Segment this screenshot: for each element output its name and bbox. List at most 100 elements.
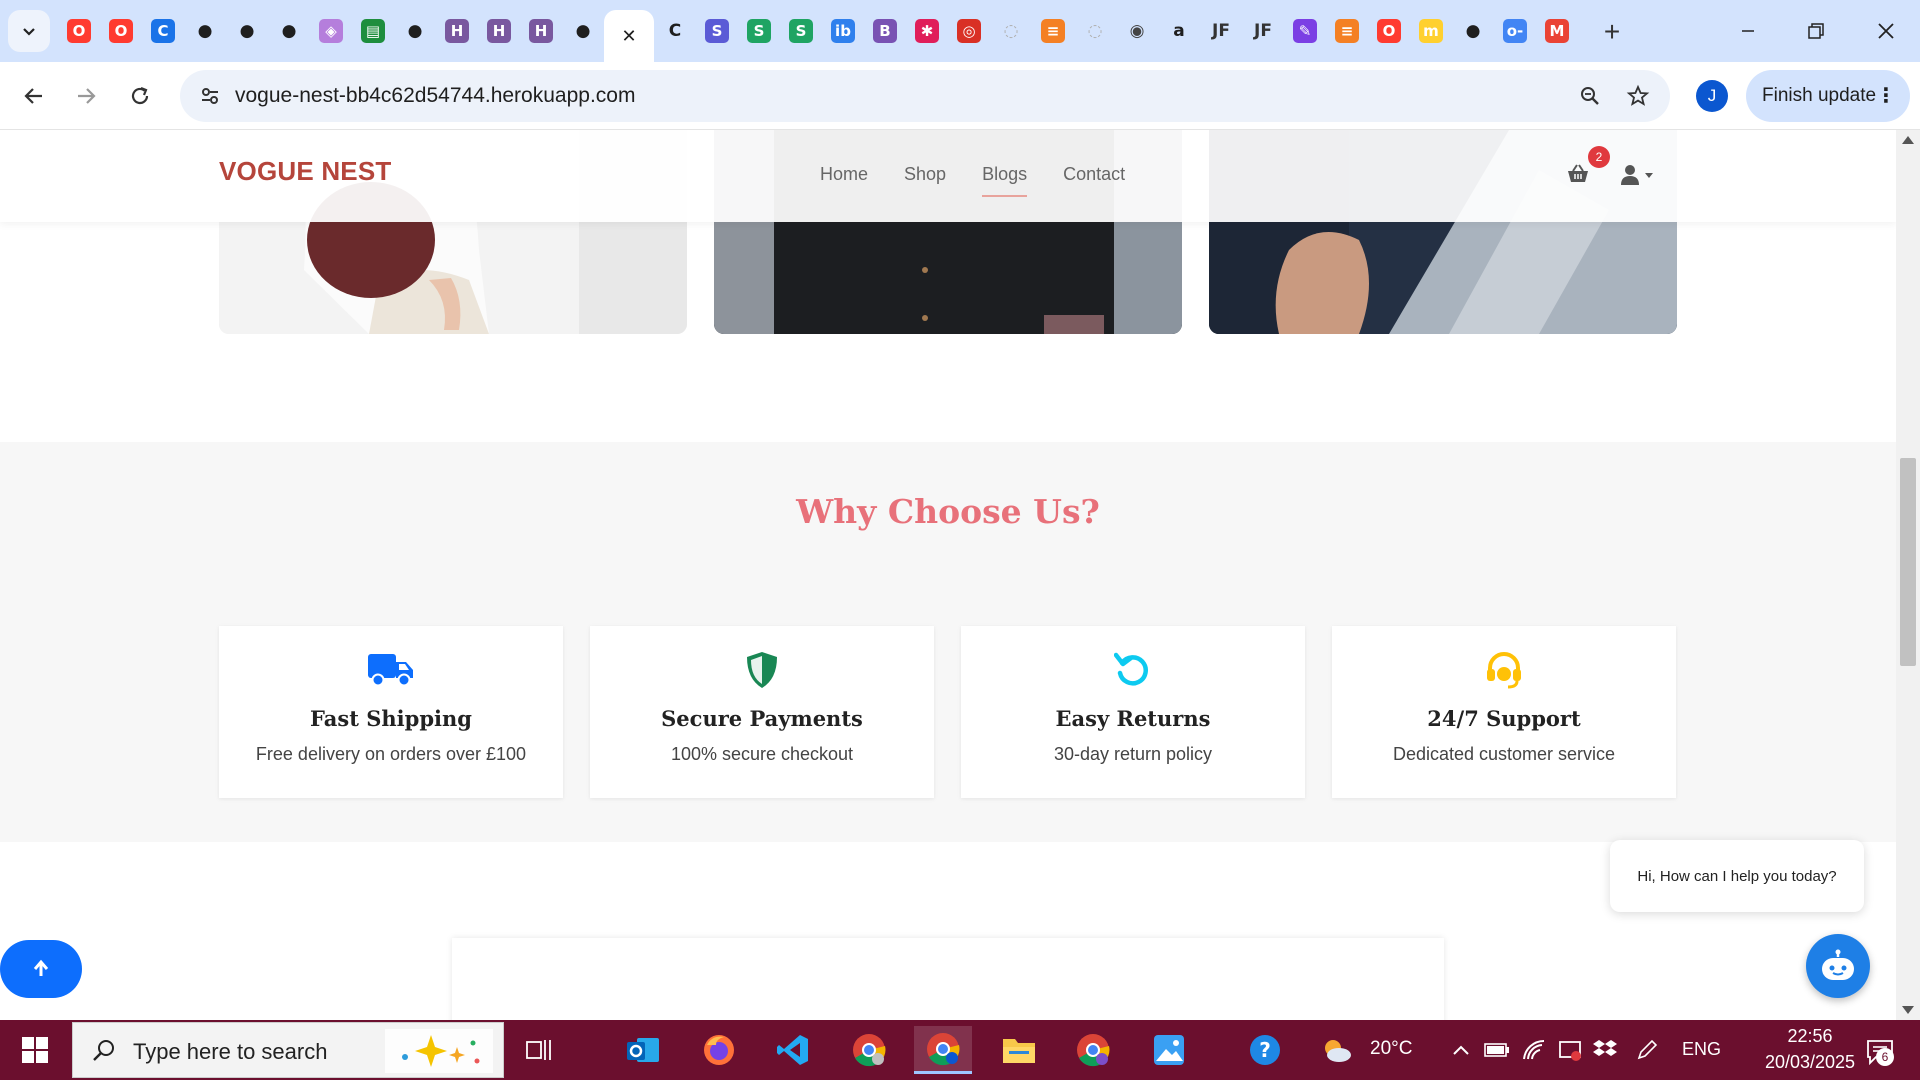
browser-tab[interactable]: ✕ [604,10,654,62]
browser-tab[interactable]: ● [184,10,226,52]
site-info-icon[interactable] [192,78,228,114]
clock-date[interactable]: 20/03/2025 [1752,1052,1868,1073]
browser-tab[interactable]: ✱ [906,10,948,52]
dropbox-icon[interactable] [1588,1026,1622,1074]
browser-tab[interactable]: B [864,10,906,52]
weather-temperature[interactable]: 20°C [1370,1038,1412,1060]
browser-tab[interactable]: C [142,10,184,52]
display-icon[interactable] [1554,1026,1588,1074]
tab-search-button[interactable] [8,10,50,52]
finish-update-button[interactable]: Finish update ⋮ [1746,70,1910,122]
browser-tab[interactable]: ● [394,10,436,52]
back-button[interactable] [14,76,54,116]
taskbar-app-vscode[interactable] [764,1026,822,1074]
browser-tab[interactable]: ib [822,10,864,52]
browser-tab[interactable]: C [654,10,696,52]
browser-tab[interactable]: H [478,10,520,52]
opera-icon: O [1377,19,1401,43]
browser-tab[interactable]: m [1410,10,1452,52]
globe-icon: ◉ [1129,21,1145,41]
scroll-thumb[interactable] [1900,458,1916,666]
nav-link-contact[interactable]: Contact [1063,164,1125,185]
robot-icon [1822,949,1854,980]
new-tab-button[interactable]: + [1592,12,1632,52]
browser-tab[interactable]: S [738,10,780,52]
taskbar-app-chrome-1[interactable] [840,1026,898,1074]
zoom-icon[interactable] [1572,78,1608,114]
browser-tab[interactable]: ● [562,10,604,52]
more-menu-icon[interactable]: ⋮ [1876,83,1896,109]
opera-icon: O [109,19,133,43]
browser-tab[interactable]: ≡ [1326,10,1368,52]
browser-tab[interactable]: ◉ [1116,10,1158,52]
taskbar-app-photos[interactable] [1140,1026,1198,1074]
browser-tab[interactable]: M [1536,10,1578,52]
close-window-button[interactable] [1856,10,1916,52]
browser-tab[interactable]: ◎ [948,10,990,52]
active-tab-close-icon[interactable]: ✕ [617,24,641,48]
taskbar-app-chrome-2[interactable] [914,1026,972,1074]
reload-button[interactable] [120,76,160,116]
page-viewport: VOGUE NEST Home Shop Blogs Contact 2 Why… [0,130,1896,1020]
browser-tab[interactable]: H [436,10,478,52]
nav-link-shop[interactable]: Shop [904,164,946,185]
taskbar-app-chrome-3[interactable] [1064,1026,1122,1074]
show-hidden-icons-button[interactable] [1446,1026,1476,1074]
browser-tab[interactable]: S [696,10,738,52]
site-header: VOGUE NEST Home Shop Blogs Contact 2 [0,130,1896,222]
browser-tab[interactable]: S [780,10,822,52]
browser-tab[interactable]: ◌ [1074,10,1116,52]
help-tray-icon[interactable]: ? [1236,1026,1294,1074]
forward-button[interactable] [66,76,106,116]
bookmark-star-icon[interactable] [1620,78,1656,114]
browser-tab[interactable]: ● [1452,10,1494,52]
stackoverflow-icon: ≡ [1041,19,1065,43]
browser-tab[interactable]: ▤ [352,10,394,52]
taskbar-app-file-explorer[interactable] [990,1026,1048,1074]
browser-tab[interactable]: O [1368,10,1410,52]
taskbar-app-outlook[interactable] [614,1026,672,1074]
profile-avatar[interactable]: J [1696,80,1728,112]
pen-icon[interactable] [1630,1026,1664,1074]
feature-title: Fast Shipping [310,706,472,731]
minimize-button[interactable] [1718,10,1778,52]
taskbar-search-box[interactable]: Type here to search [72,1022,504,1078]
nav-link-home[interactable]: Home [820,164,868,185]
taskbar-app-firefox[interactable] [690,1026,748,1074]
browser-tab[interactable]: O [100,10,142,52]
back-to-top-button[interactable] [0,940,82,998]
brand-logo[interactable]: VOGUE NEST [219,156,391,187]
browser-tab[interactable]: o- [1494,10,1536,52]
scroll-up-arrow[interactable] [1902,136,1914,144]
chat-greeting-bubble[interactable]: Hi, How can I help you today? [1610,840,1864,912]
url-text[interactable]: vogue-nest-bb4c62d54744.herokuapp.com [235,84,635,108]
task-view-button[interactable] [510,1026,568,1074]
address-bar[interactable]: vogue-nest-bb4c62d54744.herokuapp.com [180,70,1670,122]
wifi-icon[interactable] [1518,1026,1552,1074]
browser-tab[interactable]: JF [1200,10,1242,52]
cart-icon[interactable] [1566,162,1592,188]
browser-tab[interactable]: ✎ [1284,10,1326,52]
browser-tab[interactable]: O [58,10,100,52]
github-icon: ● [239,21,255,41]
weather-icon[interactable] [1316,1026,1356,1074]
browser-tab[interactable]: ● [226,10,268,52]
language-indicator[interactable]: ENG [1682,1039,1721,1060]
browser-tab[interactable]: a [1158,10,1200,52]
browser-tab[interactable]: JF [1242,10,1284,52]
arrow-left-icon [24,88,42,104]
scroll-down-arrow[interactable] [1902,1006,1914,1014]
battery-icon[interactable] [1480,1026,1514,1074]
browser-tab[interactable]: ◌ [990,10,1032,52]
restore-button[interactable] [1786,10,1846,52]
start-button[interactable] [0,1020,70,1080]
nav-link-blogs[interactable]: Blogs [982,164,1028,197]
page-scrollbar[interactable] [1896,130,1920,1020]
clock-time[interactable]: 22:56 [1760,1026,1860,1047]
chatbot-button[interactable] [1806,934,1870,998]
browser-tab[interactable]: H [520,10,562,52]
browser-tab[interactable]: ● [268,10,310,52]
browser-tab[interactable]: ≡ [1032,10,1074,52]
browser-tab[interactable]: ◈ [310,10,352,52]
user-menu-dropdown[interactable] [1620,162,1664,188]
